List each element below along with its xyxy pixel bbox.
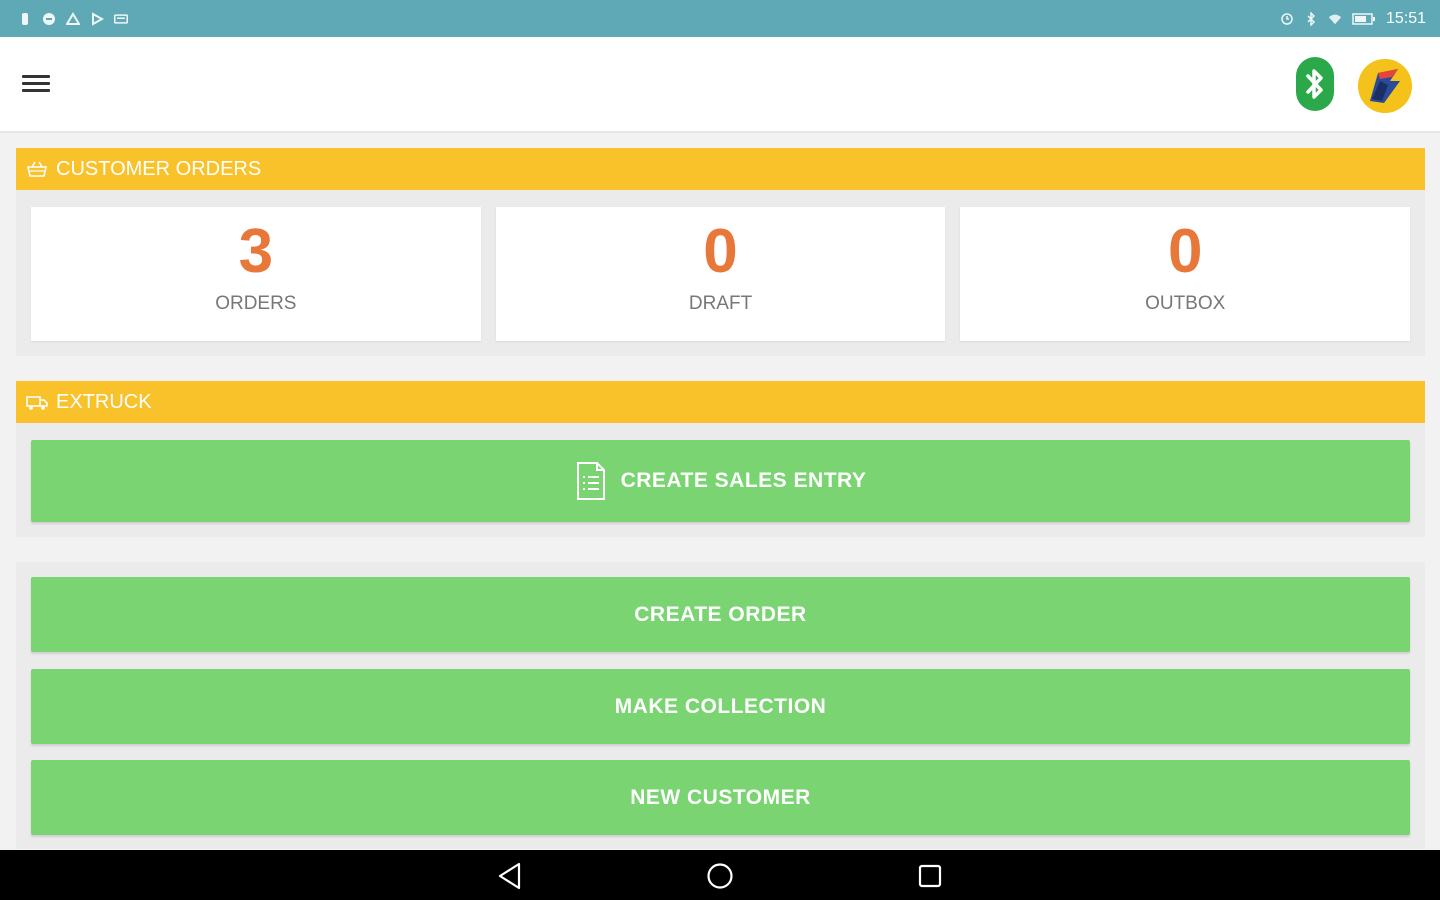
navigation-bar	[0, 850, 1440, 900]
avatar-logo-icon	[1358, 59, 1412, 113]
customer-orders-header: CUSTOMER ORDERS	[16, 148, 1425, 190]
customer-orders-section: CUSTOMER ORDERS 3 ORDERS 0 DRAFT 0 OUTBO…	[16, 148, 1425, 356]
sim-icon	[22, 12, 28, 25]
document-icon	[576, 462, 605, 500]
app-bar	[0, 37, 1440, 133]
stats-row: 3 ORDERS 0 DRAFT 0 OUTBOX	[16, 190, 1425, 341]
basket-icon	[27, 161, 47, 177]
alarm-icon	[1281, 12, 1293, 25]
menu-icon[interactable]	[22, 71, 54, 97]
wifi-icon	[1328, 14, 1342, 24]
stat-label: ORDERS	[215, 293, 297, 314]
bluetooth-button[interactable]	[1296, 57, 1334, 111]
stat-card-draft[interactable]: 0 DRAFT	[495, 207, 946, 341]
customer-orders-title: CUSTOMER ORDERS	[56, 157, 262, 180]
home-icon	[707, 863, 733, 889]
status-bar-right: 15:51	[1280, 10, 1426, 28]
recents-icon	[918, 864, 942, 888]
stat-card-outbox[interactable]: 0 OUTBOX	[960, 207, 1411, 341]
stat-value: 0	[703, 217, 738, 286]
extruck-section: EXTRUCK CREATE SALES ENTRY	[16, 381, 1425, 537]
home-button[interactable]	[704, 860, 736, 892]
create-sales-entry-button[interactable]: CREATE SALES ENTRY	[31, 440, 1410, 522]
status-time: 15:51	[1385, 9, 1426, 27]
stat-label: OUTBOX	[1145, 293, 1226, 314]
make-collection-button[interactable]: MAKE COLLECTION	[31, 669, 1410, 744]
triangle-icon	[66, 11, 80, 25]
extruck-header: EXTRUCK	[16, 381, 1425, 423]
extruck-title: EXTRUCK	[56, 390, 152, 413]
status-bar-left	[18, 11, 128, 26]
stat-card-orders[interactable]: 3 ORDERS	[31, 207, 481, 341]
create-sales-entry-label: CREATE SALES ENTRY	[620, 469, 867, 492]
bluetooth-icon	[1306, 69, 1323, 99]
battery-icon	[1352, 12, 1375, 25]
status-bar: 15:51	[0, 0, 1440, 37]
create-order-button[interactable]: CREATE ORDER	[31, 577, 1410, 652]
bluetooth-icon	[1307, 11, 1316, 26]
back-icon	[498, 862, 521, 890]
back-button[interactable]	[494, 860, 526, 892]
stat-value: 3	[238, 217, 274, 286]
actions-section: CREATE ORDER MAKE COLLECTION NEW CUSTOME…	[16, 562, 1425, 849]
avatar[interactable]	[1358, 59, 1412, 113]
message-icon	[43, 12, 55, 25]
stat-label: DRAFT	[688, 293, 753, 314]
keyboard-icon	[114, 13, 128, 24]
truck-icon	[26, 396, 48, 410]
stat-value: 0	[1167, 217, 1203, 286]
new-customer-button[interactable]: NEW CUSTOMER	[31, 760, 1410, 835]
recents-button[interactable]	[914, 860, 946, 892]
play-icon	[92, 11, 104, 26]
